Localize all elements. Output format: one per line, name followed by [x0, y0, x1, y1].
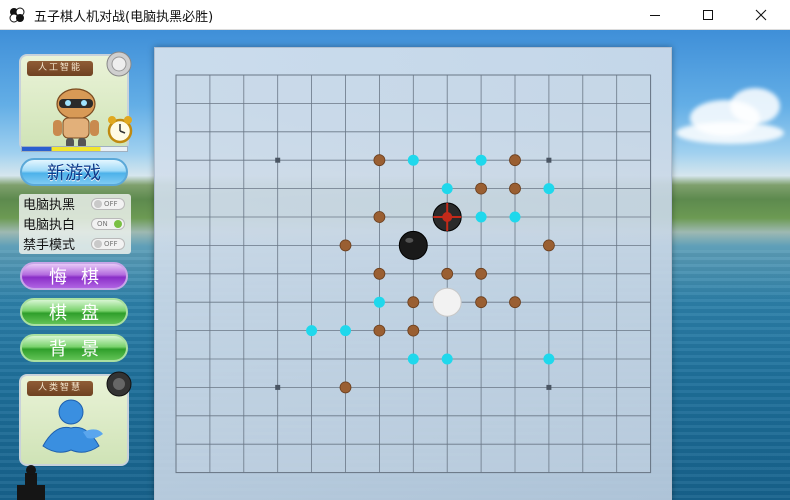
brown-marker [542, 239, 555, 252]
cyan-marker [407, 154, 419, 166]
computer-black-toggle[interactable]: OFF [91, 197, 125, 210]
computer-white-toggle[interactable]: ON [91, 217, 125, 230]
cyan-marker [373, 296, 385, 308]
forbidden-mode-toggle[interactable]: OFF [91, 237, 125, 250]
disc-icon [106, 51, 132, 77]
cyan-marker [509, 211, 521, 223]
minimize-button[interactable] [632, 0, 678, 30]
stone-highlight [405, 237, 414, 243]
star-point [546, 157, 552, 163]
option-computer-black: 电脑执黑 OFF [23, 194, 129, 213]
gomoku-board[interactable] [154, 47, 672, 500]
brown-marker [373, 324, 386, 337]
brown-marker [509, 182, 521, 195]
brown-marker [475, 267, 488, 280]
brown-marker [441, 267, 454, 280]
brown-marker [339, 381, 352, 394]
game-area: 人工智能 新游戏 电脑执黑 OFF 电脑执白 ON 禁手模式 OFF 悔棋 棋盘… [0, 30, 790, 500]
brown-marker [373, 211, 386, 223]
star-point [546, 384, 552, 390]
option-label: 电脑执黑 [23, 198, 76, 213]
cyan-marker [543, 183, 555, 195]
star-point [275, 384, 281, 390]
option-forbidden-mode: 禁手模式 OFF [23, 234, 129, 253]
option-label: 禁手模式 [23, 238, 76, 253]
cloud-decoration [676, 122, 784, 144]
background-button[interactable]: 背景 [20, 334, 128, 362]
options-panel: 电脑执黑 OFF 电脑执白 ON 禁手模式 OFF [19, 194, 131, 254]
board-grid[interactable] [155, 48, 671, 500]
maximize-icon [703, 10, 713, 20]
brown-marker [509, 154, 521, 167]
app-icon [9, 7, 25, 23]
close-button[interactable] [738, 0, 784, 30]
brown-marker [475, 182, 488, 195]
brown-marker [407, 296, 420, 309]
black-stone [398, 230, 428, 260]
last-move-marker [442, 212, 453, 222]
robot-icon [53, 88, 99, 148]
cyan-marker [407, 353, 419, 365]
disc-icon [106, 371, 132, 397]
white-stone [432, 287, 462, 317]
timer-bar [21, 146, 128, 152]
cyan-marker [543, 353, 555, 365]
ai-player-panel: 人工智能 [19, 51, 133, 151]
brown-marker [373, 154, 386, 167]
cyan-marker [441, 353, 453, 365]
brown-marker [509, 296, 521, 309]
undo-button[interactable]: 悔棋 [20, 262, 128, 290]
title-bar: 五子棋人机对战(电脑执黑必胜) [0, 0, 790, 30]
new-game-button[interactable]: 新游戏 [20, 158, 128, 186]
board-button[interactable]: 棋盘 [20, 298, 128, 326]
human-player-panel: 人类智慧 [19, 371, 132, 466]
minimize-icon [650, 15, 660, 16]
cyan-marker [340, 325, 351, 337]
brown-marker [339, 239, 352, 252]
brown-marker [373, 267, 386, 280]
option-computer-white: 电脑执白 ON [23, 214, 129, 233]
ai-panel-header: 人工智能 [27, 61, 93, 76]
maximize-button[interactable] [685, 0, 731, 30]
person-icon [42, 399, 103, 453]
alarm-clock-icon [107, 116, 133, 144]
human-panel-header: 人类智慧 [27, 381, 93, 396]
cyan-marker [475, 211, 487, 223]
cyan-marker [441, 183, 453, 195]
brown-marker [475, 296, 488, 309]
cyan-marker [306, 325, 318, 337]
close-icon [755, 9, 767, 21]
cloud-decoration [730, 88, 780, 124]
window-title: 五子棋人机对战(电脑执黑必胜) [34, 10, 214, 25]
cyan-marker [475, 154, 487, 166]
figure-decoration [17, 465, 45, 500]
option-label: 电脑执白 [23, 218, 76, 233]
brown-marker [407, 324, 420, 337]
star-point [275, 157, 281, 163]
